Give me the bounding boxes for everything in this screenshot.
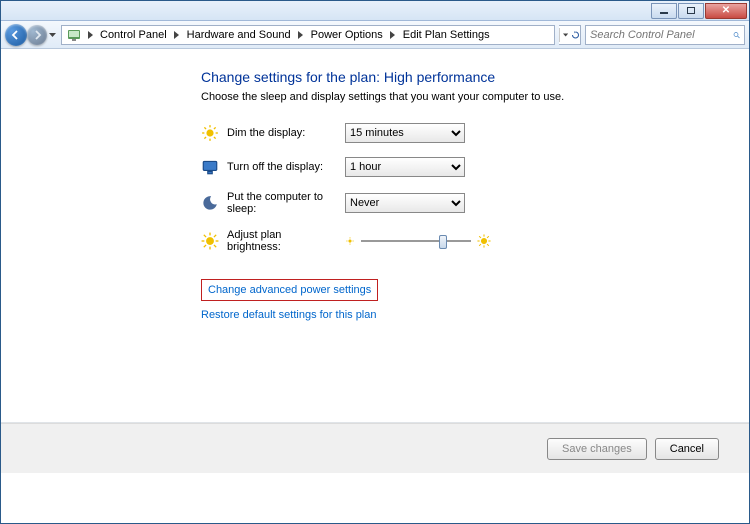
breadcrumb-item[interactable]: Hardware and Sound [183, 29, 295, 41]
cancel-button[interactable]: Cancel [655, 438, 719, 460]
brightness-label: Adjust plan brightness: [227, 229, 337, 253]
sleep-row: Put the computer to sleep: Never [201, 191, 689, 215]
refresh-dropdown[interactable] [559, 25, 581, 45]
sun-dim-icon [201, 124, 219, 142]
sun-large-icon [477, 234, 491, 248]
sun-small-icon [345, 236, 355, 246]
address-bar: Control Panel Hardware and Sound Power O… [1, 21, 749, 49]
content-area: Change settings for the plan: High perfo… [1, 49, 749, 473]
window-titlebar: ✕ [1, 1, 749, 21]
page-heading: Change settings for the plan: High perfo… [201, 69, 689, 85]
chevron-down-icon [563, 33, 568, 37]
turn-off-display-label: Turn off the display: [227, 161, 337, 173]
breadcrumb-item[interactable]: Edit Plan Settings [399, 29, 494, 41]
brightness-slider[interactable] [361, 233, 471, 249]
chevron-right-icon[interactable] [295, 31, 307, 39]
brightness-control [345, 233, 491, 249]
page-subtext: Choose the sleep and display settings th… [201, 91, 689, 103]
brightness-row: Adjust plan brightness: [201, 229, 689, 253]
advanced-settings-link[interactable]: Change advanced power settings [208, 284, 371, 296]
slider-thumb[interactable] [439, 235, 447, 249]
window-controls: ✕ [650, 3, 747, 19]
turn-off-display-row: Turn off the display: 1 hour [201, 157, 689, 177]
chevron-right-icon[interactable] [171, 31, 183, 39]
links-section: Change advanced power settings Restore d… [201, 279, 689, 321]
monitor-icon [201, 158, 219, 176]
turn-off-display-select[interactable]: 1 hour [345, 157, 465, 177]
nav-buttons [5, 24, 57, 46]
sleep-select[interactable]: Never [345, 193, 465, 213]
breadcrumb[interactable]: Control Panel Hardware and Sound Power O… [61, 25, 555, 45]
forward-button[interactable] [27, 25, 47, 45]
close-button[interactable]: ✕ [705, 3, 747, 19]
search-icon [733, 28, 740, 42]
breadcrumb-item[interactable]: Control Panel [96, 29, 171, 41]
sleep-label: Put the computer to sleep: [227, 191, 337, 215]
chevron-right-icon[interactable] [84, 31, 96, 39]
search-box[interactable] [585, 25, 745, 45]
back-button[interactable] [5, 24, 27, 46]
dim-display-row: Dim the display: 15 minutes [201, 123, 689, 143]
search-input[interactable] [590, 29, 733, 41]
moon-icon [201, 194, 219, 212]
breadcrumb-item[interactable]: Power Options [307, 29, 387, 41]
minimize-button[interactable] [651, 3, 677, 19]
sun-brightness-icon [201, 232, 219, 250]
restore-defaults-link[interactable]: Restore default settings for this plan [201, 309, 376, 321]
refresh-icon [571, 29, 580, 41]
save-button[interactable]: Save changes [547, 438, 647, 460]
dim-display-select[interactable]: 15 minutes [345, 123, 465, 143]
nav-history-dropdown[interactable] [47, 25, 57, 45]
dim-display-label: Dim the display: [227, 127, 337, 139]
chevron-right-icon[interactable] [387, 31, 399, 39]
bottom-bar: Save changes Cancel [1, 423, 749, 473]
maximize-button[interactable] [678, 3, 704, 19]
control-panel-icon [66, 27, 82, 43]
highlighted-link-box: Change advanced power settings [201, 279, 378, 301]
